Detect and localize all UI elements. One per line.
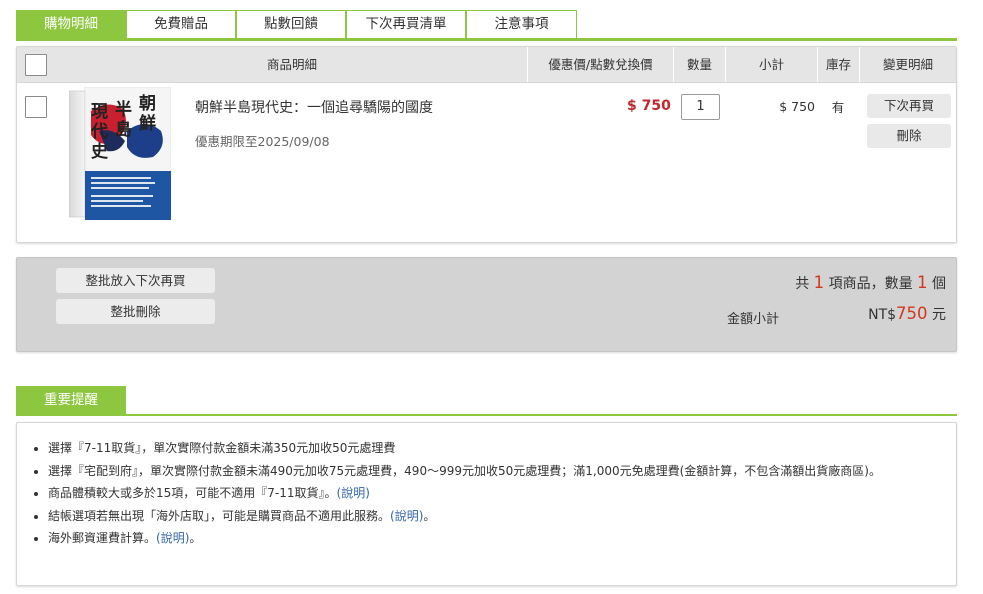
cover-char-5: 現 [91,102,108,122]
count-suffix: 個 [932,276,946,292]
tab-points-rewards[interactable]: 點數回饋 [236,10,346,38]
table-header: 商品明細 優惠價/點數兌換價 數量 小計 庫存 變更明細 [17,47,956,83]
promo-period: 優惠期限至2025/09/08 [195,134,330,149]
header-price: 優惠價/點數兌換價 [527,47,673,82]
book-cover-image[interactable]: 朝 鮮 半 島 現 代 史 [68,86,172,221]
note-text: 選擇『宅配到府』，單次實際付款金額未滿490元加收75元處理費，490～999元… [48,463,881,478]
cover-char-4: 島 [115,119,132,140]
cart-table: 商品明細 優惠價/點數兌換價 數量 小計 庫存 變更明細 朝 鮮 半 島 現 代… [16,46,957,243]
cart-summary: 整批放入下次再買 整批刪除 共 1 項商品，數量 1 個 金額小計 NT$750… [16,257,957,352]
note-item: 選擇『7-11取貨』，單次實際付款金額未滿350元加收50元處理費 [34,437,928,460]
select-all-checkbox[interactable] [25,54,47,76]
note-text: 結帳選項若無出現「海外店取」，可能是購買商品不適用此服務。 [48,508,391,523]
batch-buy-later-button[interactable]: 整批放入下次再買 [56,268,215,293]
note-tail: 。 [423,508,436,523]
tab-free-gifts[interactable]: 免費贈品 [126,10,236,38]
cover-char-3: 半 [115,99,132,120]
notes-panel: 選擇『7-11取貨』，單次實際付款金額未滿350元加收50元處理費 選擇『宅配到… [16,422,957,586]
tab-buy-later-list[interactable]: 下次再買清單 [346,10,466,38]
count-mid: 項商品，數量 [828,276,913,292]
product-title[interactable]: 朝鮮半島現代史：一個追尋驕陽的國度 [195,97,433,117]
note-item: 選擇『宅配到府』，單次實際付款金額未滿490元加收75元處理費，490～999元… [34,460,928,483]
cover-char-2: 鮮 [139,113,156,134]
note-item: 商品體積較大或多於15項，可能不適用『7-11取貨』。(說明) [34,482,928,505]
buy-later-button[interactable]: 下次再買 [867,94,951,118]
delete-button[interactable]: 刪除 [867,124,951,148]
count-prefix: 共 [795,276,810,292]
header-subtotal: 小計 [725,47,817,82]
discount-price: $ 750 [627,98,671,114]
item-checkbox[interactable] [25,96,47,118]
note-item: 海外郵資運費計算。(說明)。 [34,527,928,550]
header-qty: 數量 [673,47,725,82]
tab-important-notes[interactable]: 重要提醒 [16,386,126,414]
note-explain-link[interactable]: (說明) [337,486,370,500]
cover-char-7: 史 [91,141,109,162]
cover-char-1: 朝 [139,93,156,114]
note-tail: 。 [189,531,202,545]
stock-status: 有 [831,100,845,115]
quantity-count-value: 1 [917,273,928,292]
notes-tab-bar: 重要提醒 [16,386,957,416]
item-subtotal: $ 750 [779,99,815,114]
note-explain-link[interactable]: (說明) [390,509,423,523]
note-text: 商品體積較大或多於15項，可能不適用『7-11取貨』。 [48,486,337,500]
amount-label: 金額小計 [727,312,780,327]
cover-char-6: 代 [90,121,108,142]
cart-tabs: 購物明細 免費贈品 點數回饋 下次再買清單 注意事項 [16,10,957,41]
item-count-value: 1 [813,273,825,292]
amount-value: 750 [896,304,928,323]
tab-shopping-details[interactable]: 購物明細 [16,10,126,38]
quantity-input[interactable]: 1 [681,94,720,120]
note-explain-link[interactable]: (說明) [156,531,189,545]
header-change: 變更明細 [859,47,956,82]
note-text: 海外郵資運費計算。 [48,531,157,545]
batch-delete-button[interactable]: 整批刪除 [56,299,215,324]
notes-list: 選擇『7-11取貨』，單次實際付款金額未滿350元加收50元處理費 選擇『宅配到… [34,437,928,550]
header-item: 商品明細 [266,57,317,72]
tab-notices[interactable]: 注意事項 [466,10,577,38]
note-text: 選擇『7-11取貨』，單次實際付款金額未滿350元加收50元處理費 [48,441,396,455]
header-stock: 庫存 [817,47,859,82]
item-count: 共 1 項商品，數量 1 個 [795,273,946,293]
amount-unit: 元 [932,307,946,323]
note-item: 結帳選項若無出現「海外店取」，可能是購買商品不適用此服務。(說明)。 [34,505,928,528]
amount-currency: NT$ [868,307,897,323]
amount-total: NT$750 元 [868,304,946,324]
